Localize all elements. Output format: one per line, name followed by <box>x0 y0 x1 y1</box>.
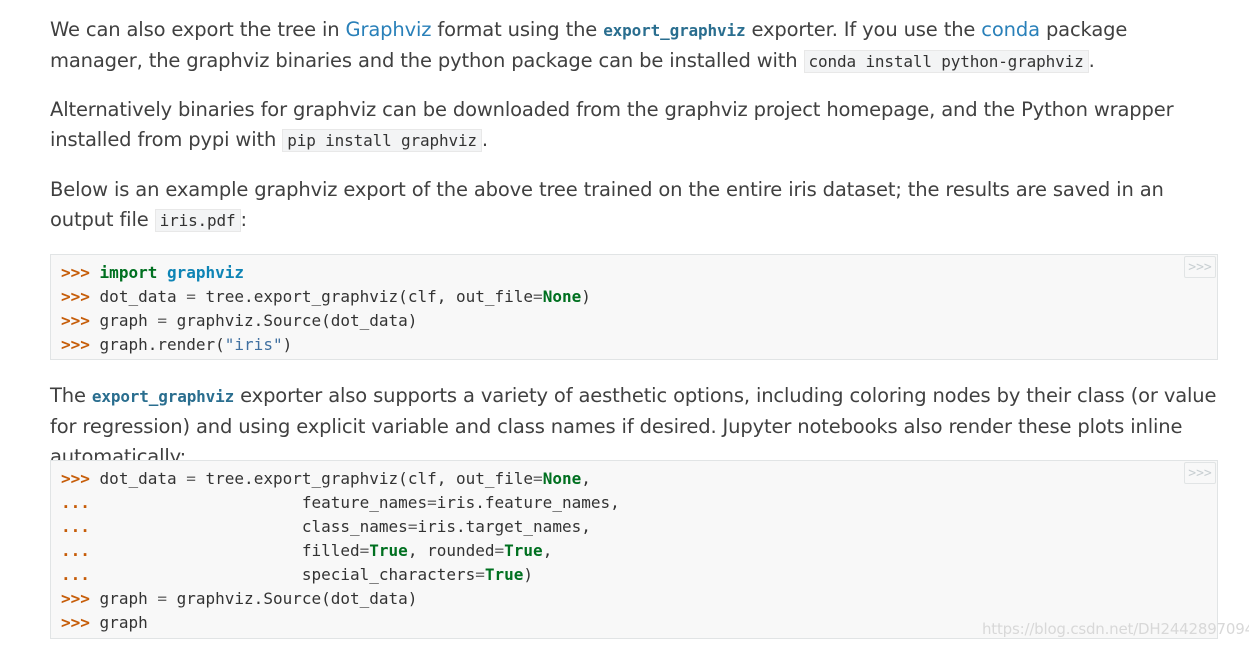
paragraph-alternative-install: Alternatively binaries for graphviz can … <box>50 95 1220 156</box>
code-text: iris.feature_names, <box>436 493 620 512</box>
prompt: >>> <box>61 287 90 306</box>
prompt: >>> <box>61 263 90 282</box>
iris-pdf-code: iris.pdf <box>154 209 241 232</box>
copy-prompt-toggle-button[interactable]: >>> <box>1184 462 1216 484</box>
code-text: feature_names <box>301 493 428 512</box>
prompt: >>> <box>61 469 90 488</box>
module-name: graphviz <box>166 263 245 282</box>
code-text: ) <box>282 335 293 354</box>
watermark: https://blog.csdn.net/DH2442897094 <box>982 620 1249 638</box>
operator: = <box>407 517 418 536</box>
code-line: >>> dot_data = tree.export_graphviz(clf,… <box>61 467 1217 491</box>
code-line: ... filled=True, rounded=True, <box>61 539 1217 563</box>
continuation-prompt: ... <box>61 517 90 536</box>
code-text: ) <box>523 565 534 584</box>
code-text: graph <box>99 613 148 632</box>
code-text: dot_data <box>99 469 187 488</box>
code-text: graph <box>99 589 158 608</box>
text: format using the <box>431 18 604 41</box>
text: exporter. If you use the <box>745 18 982 41</box>
operator: = <box>157 311 167 330</box>
operator: = <box>157 589 167 608</box>
code-line: ... special_characters=True) <box>61 563 1217 587</box>
code-text: ) <box>581 287 591 306</box>
code-text: graph <box>99 311 158 330</box>
conda-install-code: conda install python-graphviz <box>803 50 1089 73</box>
code-block-options: >>> >>> dot_data = tree.export_graphviz(… <box>50 460 1218 639</box>
paragraph-example-export: Below is an example graphviz export of t… <box>50 175 1220 236</box>
code-line: >>> graph.render("iris") <box>61 333 1217 357</box>
code-text: , <box>581 469 591 488</box>
code-text: tree.export_graphviz(clf, out_file <box>195 287 534 306</box>
keyword: None <box>542 287 582 306</box>
operator: = <box>186 287 196 306</box>
code-line: >>> graph = graphviz.Source(dot_data) <box>61 309 1217 333</box>
operator: = <box>186 469 196 488</box>
prompt: >>> <box>61 335 90 354</box>
continuation-prompt: ... <box>61 565 90 584</box>
code-line: >>> import graphviz <box>61 261 1217 285</box>
continuation-prompt: ... <box>61 493 90 512</box>
code-line: ... feature_names=iris.feature_names, <box>61 491 1217 515</box>
continuation-prompt: ... <box>61 541 90 560</box>
code-text: graphviz.Source(dot_data) <box>166 311 418 330</box>
operator: = <box>533 287 543 306</box>
operator: = <box>427 493 437 512</box>
code-line: ... class_names=iris.target_names, <box>61 515 1217 539</box>
code-text: special_characters <box>301 565 476 584</box>
export-graphviz-reference[interactable]: export_graphviz <box>92 387 234 406</box>
code-text: graphviz.Source(dot_data) <box>166 589 418 608</box>
code-text: graph.render( <box>99 335 225 354</box>
text: . <box>1088 49 1095 72</box>
keyword: True <box>369 541 408 560</box>
pip-install-code: pip install graphviz <box>282 129 482 152</box>
export-graphviz-reference[interactable]: export_graphviz <box>603 21 745 40</box>
code-line: >>> dot_data = tree.export_graphviz(clf,… <box>61 285 1217 309</box>
code-text: iris.target_names, <box>417 517 591 536</box>
prompt: >>> <box>61 311 90 330</box>
keyword: import <box>99 263 158 282</box>
keyword: True <box>504 541 543 560</box>
text: Alternatively binaries for graphviz can … <box>50 98 1174 151</box>
text: We can also export the tree in <box>50 18 346 41</box>
operator: = <box>533 469 543 488</box>
code-block-export: >>> >>> import graphviz >>> dot_data = t… <box>50 254 1218 360</box>
code-text: , rounded <box>407 541 495 560</box>
copy-prompt-toggle-button[interactable]: >>> <box>1184 256 1216 278</box>
code-text: class_names <box>301 517 408 536</box>
conda-link[interactable]: conda <box>981 18 1040 41</box>
graphviz-link[interactable]: Graphviz <box>346 18 432 41</box>
code-line: >>> graph = graphviz.Source(dot_data) <box>61 587 1217 611</box>
operator: = <box>359 541 370 560</box>
text: . <box>481 128 488 151</box>
keyword: None <box>542 469 582 488</box>
code-text: filled <box>301 541 360 560</box>
code-text: dot_data <box>99 287 187 306</box>
code-text: , <box>542 541 553 560</box>
paragraph-graphviz-export: We can also export the tree in Graphviz … <box>50 15 1220 77</box>
string-literal: "iris" <box>224 335 283 354</box>
operator: = <box>494 541 505 560</box>
operator: = <box>475 565 485 584</box>
text: : <box>240 208 248 231</box>
prompt: >>> <box>61 589 90 608</box>
text: The <box>50 384 92 407</box>
prompt: >>> <box>61 613 90 632</box>
code-text: tree.export_graphviz(clf, out_file <box>195 469 534 488</box>
keyword: True <box>484 565 524 584</box>
paragraph-aesthetic-options: The export_graphviz exporter also suppor… <box>50 381 1220 472</box>
